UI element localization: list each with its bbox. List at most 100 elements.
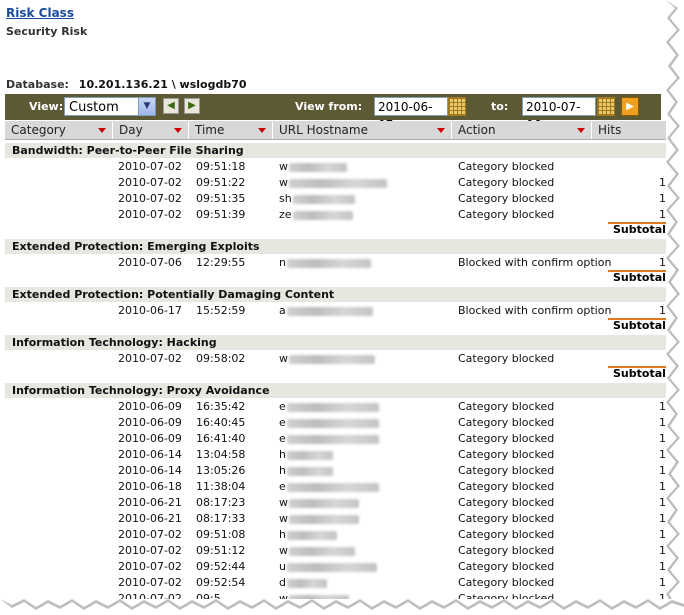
cell-time: 16:41:40	[196, 432, 246, 445]
url-redacted-blur	[289, 162, 347, 172]
cell-url-hostname[interactable]: a	[279, 304, 373, 317]
url-visible-prefix: ze	[279, 208, 292, 221]
table-row[interactable]: 2010-07-02 09:51:18 w Category blocked	[5, 158, 666, 174]
table-row[interactable]: 2010-06-17 15:52:59 a Blocked with confirm …	[5, 302, 666, 318]
from-calendar-icon[interactable]	[448, 97, 466, 116]
to-calendar-icon[interactable]	[597, 97, 615, 116]
cell-url-hostname[interactable]: w	[279, 512, 359, 525]
table-row[interactable]: 2010-06-21 08:17:23 w Category blocked 1	[5, 494, 666, 510]
cell-url-hostname[interactable]: w	[279, 176, 387, 189]
column-header-day[interactable]: Day	[113, 121, 189, 139]
cell-hits: 1	[659, 480, 666, 493]
cell-action: Category blocked	[458, 208, 555, 221]
table-row[interactable]: 2010-07-02 09:51:08 h Category blocked 1	[5, 526, 666, 542]
cell-url-hostname[interactable]: w	[279, 496, 359, 509]
cell-url-hostname[interactable]: w	[279, 352, 375, 365]
table-row[interactable]: 2010-06-21 08:17:33 w Category blocked 1	[5, 510, 666, 526]
cell-url-hostname[interactable]: sh	[279, 192, 355, 205]
table-row[interactable]: 2010-07-02 09:51:12 w Category blocked 1	[5, 542, 666, 558]
url-visible-prefix: w	[279, 160, 288, 173]
cell-hits: 1	[659, 400, 666, 413]
cell-action: Category blocked	[458, 480, 555, 493]
table-row[interactable]: 2010-06-18 11:38:04 e Category blocked 1	[5, 478, 666, 494]
cell-time: 09:51:35	[196, 192, 246, 205]
cell-day: 2010-06-17	[118, 304, 182, 317]
chevron-down-icon[interactable]: ▼	[138, 98, 155, 115]
sort-arrow-icon[interactable]	[258, 128, 266, 133]
breadcrumb-risk-class[interactable]: Risk Class	[6, 6, 74, 20]
cell-url-hostname[interactable]: h	[279, 528, 337, 541]
next-period-button[interactable]: ▶	[184, 98, 200, 114]
cell-time: 09:51:22	[196, 176, 246, 189]
cell-day: 2010-06-09	[118, 432, 182, 445]
cell-action: Category blocked	[458, 528, 555, 541]
cell-action: Category blocked	[458, 432, 555, 445]
table-row[interactable]: 2010-07-02 09:52:44 u Category blocked 1	[5, 558, 666, 574]
cell-url-hostname[interactable]: n	[279, 256, 371, 269]
url-redacted-blur	[292, 194, 355, 204]
subtotal-row: Subtotal:	[5, 222, 666, 236]
cell-url-hostname[interactable]: e	[279, 400, 379, 413]
cell-url-hostname[interactable]: w	[279, 544, 355, 557]
cell-url-hostname[interactable]: u	[279, 560, 377, 573]
cell-day: 2010-06-21	[118, 496, 182, 509]
to-label: to:	[491, 100, 509, 113]
view-label: View:	[29, 100, 64, 113]
table-row[interactable]: 2010-07-02 09:52:54 d Category blocked 1	[5, 574, 666, 590]
table-row[interactable]: 2010-07-02 09:58:02 w Category blocked	[5, 350, 666, 366]
table-row[interactable]: 2010-06-14 13:05:26 h Category blocked 1	[5, 462, 666, 478]
category-group-header: Bandwidth: Peer-to-Peer File Sharing	[5, 143, 666, 158]
sort-arrow-icon[interactable]	[174, 128, 182, 133]
url-visible-prefix: w	[279, 544, 288, 557]
column-header-action[interactable]: Action	[452, 121, 592, 139]
table-row[interactable]: 2010-07-02 09:51:35 sh Category blocked 1	[5, 190, 666, 206]
cell-hits: 1	[659, 192, 666, 205]
table-row[interactable]: 2010-06-14 13:04:58 h Category blocked 1	[5, 446, 666, 462]
cell-hits: 1	[659, 464, 666, 477]
table-row[interactable]: 2010-07-06 12:29:55 n Blocked with confirm …	[5, 254, 666, 270]
cell-hits: 1	[659, 496, 666, 509]
cell-url-hostname[interactable]: e	[279, 480, 379, 493]
cell-day: 2010-06-21	[118, 512, 182, 525]
subtotal-label: Subtotal:	[613, 223, 666, 236]
column-header-category[interactable]: Category	[5, 121, 113, 139]
column-header-hits[interactable]: Hits	[592, 121, 666, 139]
previous-period-button[interactable]: ◀	[163, 98, 179, 114]
torn-edge-bottom	[0, 599, 684, 615]
url-redacted-blur	[286, 402, 379, 412]
cell-hits: 1	[659, 576, 666, 589]
go-button[interactable]: ▶	[621, 97, 639, 116]
cell-time: 12:29:55	[196, 256, 246, 269]
page-subtitle: Security Risk	[6, 25, 88, 38]
cell-time: 11:38:04	[196, 480, 246, 493]
table-row[interactable]: 2010-07-02 09:51:39 ze Category blocked 1	[5, 206, 666, 222]
filter-toolbar: View: Custom ▼ ◀ ▶ View from: 2010-06-07…	[5, 94, 661, 132]
view-select[interactable]: Custom ▼	[64, 97, 156, 116]
url-visible-prefix: sh	[279, 192, 292, 205]
table-row[interactable]: 2010-06-09 16:41:40 e Category blocked 1	[5, 430, 666, 446]
cell-time: 16:35:42	[196, 400, 246, 413]
from-date-input[interactable]: 2010-06-07	[374, 97, 448, 132]
cell-time: 09:51:08	[196, 528, 246, 541]
sort-arrow-icon[interactable]	[437, 128, 445, 133]
table-row[interactable]: 2010-06-09 16:40:45 e Category blocked 1	[5, 414, 666, 430]
cell-url-hostname[interactable]: h	[279, 448, 333, 461]
sort-arrow-icon[interactable]	[98, 128, 106, 133]
url-redacted-blur	[286, 562, 377, 572]
url-visible-prefix: w	[279, 512, 288, 525]
table-row[interactable]: 2010-07-02 09:51:22 w Category blocked 1	[5, 174, 666, 190]
column-header-time[interactable]: Time	[189, 121, 273, 139]
cell-url-hostname[interactable]: d	[279, 576, 327, 589]
category-group-header: Information Technology: Proxy Avoidance	[5, 383, 666, 398]
cell-url-hostname[interactable]: ze	[279, 208, 353, 221]
sort-arrow-icon[interactable]	[577, 128, 585, 133]
table-row[interactable]: 2010-06-09 16:35:42 e Category blocked 1	[5, 398, 666, 414]
cell-action: Category blocked	[458, 352, 555, 365]
column-header-url-hostname[interactable]: URL Hostname	[273, 121, 452, 139]
cell-url-hostname[interactable]: h	[279, 464, 333, 477]
cell-url-hostname[interactable]: e	[279, 432, 379, 445]
cell-url-hostname[interactable]: w	[279, 160, 347, 173]
cell-url-hostname[interactable]: e	[279, 416, 379, 429]
to-date-input[interactable]: 2010-07-06	[522, 97, 596, 132]
url-visible-prefix: w	[279, 176, 288, 189]
